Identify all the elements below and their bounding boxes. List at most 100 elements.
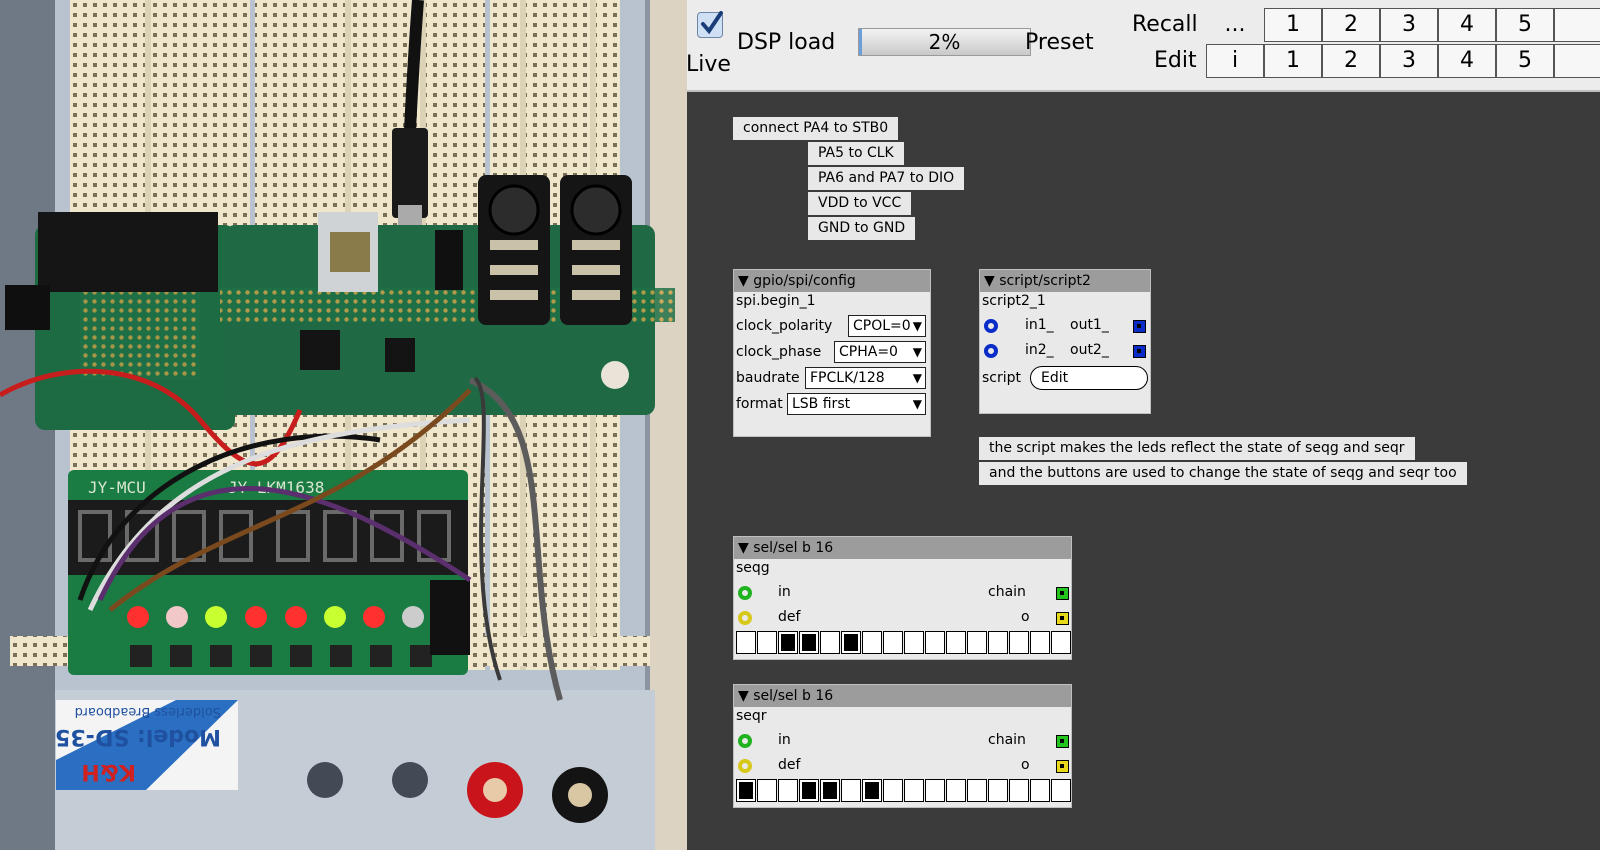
seqr-cell-13[interactable] xyxy=(988,779,1008,802)
out2-outlet[interactable] xyxy=(1133,345,1146,358)
seqr-cell-12[interactable] xyxy=(967,779,987,802)
seqg-def-inlet[interactable] xyxy=(738,611,752,625)
in2-label: in2_ xyxy=(1025,342,1054,358)
spi-config-title[interactable]: ▼ gpio/spi/config xyxy=(734,270,930,292)
seqr-cell-6[interactable] xyxy=(841,779,861,802)
seqg-cell-8[interactable] xyxy=(883,631,903,654)
edit-preset-1-button[interactable]: 1 xyxy=(1264,44,1322,78)
recall-preset-2-button[interactable]: 2 xyxy=(1322,8,1380,42)
seqr-cell-14[interactable] xyxy=(1009,779,1029,802)
seqg-cell-3[interactable] xyxy=(778,631,798,654)
recall-preset-1-button[interactable]: 1 xyxy=(1264,8,1322,42)
seqr-def-inlet[interactable] xyxy=(738,759,752,773)
seqr-chain-outlet[interactable] xyxy=(1056,735,1069,748)
seqr-cell-15[interactable] xyxy=(1030,779,1050,802)
seqg-cell-1[interactable] xyxy=(736,631,756,654)
led-6 xyxy=(324,606,346,628)
seqg-cell-5[interactable] xyxy=(820,631,840,654)
seqg-cell-9[interactable] xyxy=(904,631,924,654)
collapse-triangle-icon[interactable]: ▼ xyxy=(738,688,749,704)
seqr-in-inlet[interactable] xyxy=(738,734,752,748)
seqr-o-outlet[interactable] xyxy=(1056,760,1069,773)
edit-preset-6-button[interactable] xyxy=(1554,44,1600,78)
recall-preset-4-button[interactable]: 4 xyxy=(1438,8,1496,42)
comment-gnd[interactable]: GND to GND xyxy=(808,217,916,240)
led-5 xyxy=(285,606,307,628)
sel-seqg-title-text: sel/sel b 16 xyxy=(753,540,834,556)
seqg-cell-15[interactable] xyxy=(1030,631,1050,654)
patch-canvas[interactable]: connect PA4 to STB0 PA5 to CLK PA6 and P… xyxy=(687,92,1600,850)
seqr-cell-2[interactable] xyxy=(757,779,777,802)
seqg-cell-16[interactable] xyxy=(1051,631,1071,654)
out1-outlet[interactable] xyxy=(1133,320,1146,333)
sel-seqr-title[interactable]: ▼ sel/sel b 16 xyxy=(734,685,1071,707)
clock-polarity-dropdown[interactable]: CPOL=0 ▼ xyxy=(848,315,926,337)
comment-pa5[interactable]: PA5 to CLK xyxy=(808,142,904,165)
recall-preset-5-button[interactable]: 5 xyxy=(1496,8,1554,42)
seqr-cell-11[interactable] xyxy=(946,779,966,802)
seqg-cell-11[interactable] xyxy=(946,631,966,654)
collapse-triangle-icon[interactable]: ▼ xyxy=(738,540,749,556)
script-title[interactable]: ▼ script/script2 xyxy=(980,270,1150,292)
seqg-instance-name[interactable]: seqg xyxy=(736,560,770,576)
seqg-in-inlet[interactable] xyxy=(738,586,752,600)
seqg-cell-14[interactable] xyxy=(1009,631,1029,654)
edit-info-button[interactable]: i xyxy=(1206,44,1264,78)
seqr-cell-16[interactable] xyxy=(1051,779,1071,802)
seqg-def-label: def xyxy=(778,609,801,625)
comment-pa6-pa7[interactable]: PA6 and PA7 to DIO xyxy=(808,167,965,190)
spi-config-object[interactable]: ▼ gpio/spi/config spi.begin_1 clock_pola… xyxy=(733,269,931,437)
edit-preset-3-button[interactable]: 3 xyxy=(1380,44,1438,78)
dropdown-arrow-icon: ▼ xyxy=(912,345,922,359)
script-object[interactable]: ▼ script/script2 script2_1 in1_ out1_ in… xyxy=(979,269,1151,414)
script-instance-name[interactable]: script2_1 xyxy=(982,293,1046,309)
seqg-cell-2[interactable] xyxy=(757,631,777,654)
seqg-cell-7[interactable] xyxy=(862,631,882,654)
seqr-cell-7[interactable] xyxy=(862,779,882,802)
seqg-cell-12[interactable] xyxy=(967,631,987,654)
comment-script-buttons[interactable]: and the buttons are used to change the s… xyxy=(979,462,1467,485)
seqg-cell-10[interactable] xyxy=(925,631,945,654)
edit-preset-2-button[interactable]: 2 xyxy=(1322,44,1380,78)
seqr-cell-5[interactable] xyxy=(820,779,840,802)
in1-inlet[interactable] xyxy=(984,319,998,333)
recall-more-button[interactable]: ... xyxy=(1206,8,1264,42)
seqr-cell-row[interactable] xyxy=(736,779,1072,802)
comment-connect-pa4[interactable]: connect PA4 to STB0 xyxy=(733,117,899,140)
recall-preset-3-button[interactable]: 3 xyxy=(1380,8,1438,42)
out1-label: out1_ xyxy=(1070,317,1109,333)
comment-vdd[interactable]: VDD to VCC xyxy=(808,192,912,215)
seqg-o-outlet[interactable] xyxy=(1056,612,1069,625)
sel-seqr-object[interactable]: ▼ sel/sel b 16 seqr in chain def o xyxy=(733,684,1072,808)
seqr-cell-4[interactable] xyxy=(799,779,819,802)
seqr-cell-3[interactable] xyxy=(778,779,798,802)
seqg-cell-6[interactable] xyxy=(841,631,861,654)
hardware-photo: JY-MCU JY-LKM1638 Model: SD-35 Solderles… xyxy=(0,0,687,850)
seqr-cell-10[interactable] xyxy=(925,779,945,802)
recall-preset-6-button[interactable] xyxy=(1554,8,1600,42)
seqg-cell-4[interactable] xyxy=(799,631,819,654)
clock-phase-dropdown[interactable]: CPHA=0 ▼ xyxy=(834,341,926,363)
baudrate-dropdown[interactable]: FPCLK/128 ▼ xyxy=(805,367,926,389)
format-dropdown[interactable]: LSB first ▼ xyxy=(787,393,926,415)
edit-preset-5-button[interactable]: 5 xyxy=(1496,44,1554,78)
collapse-triangle-icon[interactable]: ▼ xyxy=(738,273,749,289)
in2-inlet[interactable] xyxy=(984,344,998,358)
seqg-cell-row[interactable] xyxy=(736,631,1072,654)
seqg-chain-outlet[interactable] xyxy=(1056,587,1069,600)
collapse-triangle-icon[interactable]: ▼ xyxy=(984,273,995,289)
comment-script-leds[interactable]: the script makes the leds reflect the st… xyxy=(979,437,1415,460)
dsp-load-value: 2% xyxy=(928,30,961,54)
seqr-cell-9[interactable] xyxy=(904,779,924,802)
edit-preset-4-button[interactable]: 4 xyxy=(1438,44,1496,78)
seqr-cell-8[interactable] xyxy=(883,779,903,802)
sel-seqg-object[interactable]: ▼ sel/sel b 16 seqg in chain def o xyxy=(733,536,1072,660)
seqr-cell-1[interactable] xyxy=(736,779,756,802)
seqg-cell-13[interactable] xyxy=(988,631,1008,654)
seqr-chain-label: chain xyxy=(988,732,1026,748)
sel-seqg-title[interactable]: ▼ sel/sel b 16 xyxy=(734,537,1071,559)
live-checkbox[interactable] xyxy=(697,11,723,38)
spi-instance-name[interactable]: spi.begin_1 xyxy=(736,293,816,309)
script-edit-button[interactable]: Edit xyxy=(1030,366,1148,390)
seqr-instance-name[interactable]: seqr xyxy=(736,708,767,724)
